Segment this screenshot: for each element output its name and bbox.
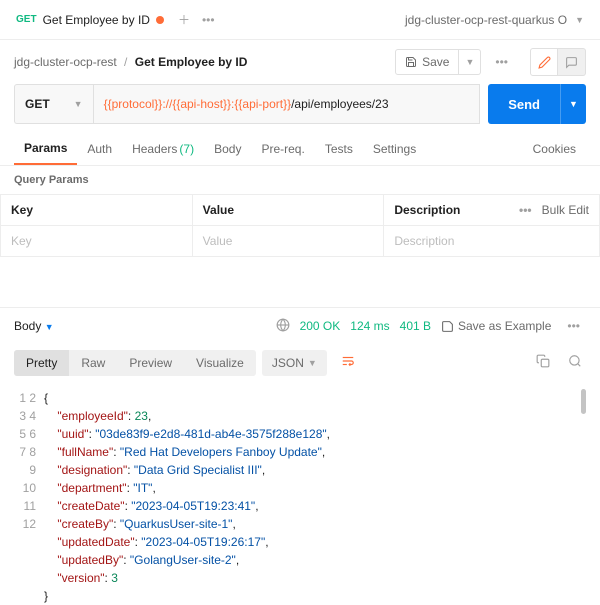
save-icon <box>441 320 454 333</box>
tab-prereq[interactable]: Pre-req. <box>251 132 314 165</box>
view-mode-tabs: Pretty Raw Preview Visualize <box>14 350 256 376</box>
cookies-link[interactable]: Cookies <box>523 132 586 165</box>
column-options-button[interactable]: ••• <box>519 203 532 217</box>
tab-overflow-button[interactable]: ••• <box>196 13 221 27</box>
key-input[interactable]: Key <box>1 226 193 257</box>
save-example-button[interactable]: Save as Example <box>441 319 551 333</box>
view-pretty[interactable]: Pretty <box>14 350 69 376</box>
header-row: jdg-cluster-ocp-rest / Get Employee by I… <box>0 40 600 84</box>
response-view-selector[interactable]: Body ▼ <box>14 319 54 333</box>
response-panel: Body ▼ 200 OK 124 ms 401 B Save as Examp… <box>0 307 600 605</box>
save-button-group: Save ▼ <box>395 49 481 75</box>
breadcrumb-current: Get Employee by ID <box>135 55 248 69</box>
tab-settings[interactable]: Settings <box>363 132 426 165</box>
tab-params[interactable]: Params <box>14 132 77 165</box>
send-button[interactable]: Send <box>488 84 560 124</box>
params-table: Key Value Description ••• Bulk Edit Key … <box>0 194 600 257</box>
chevron-down-icon: ▼ <box>308 358 317 368</box>
copy-icon <box>536 354 550 368</box>
format-selector[interactable]: JSON ▼ <box>262 350 327 376</box>
top-tab-bar: GET Get Employee by ID ＋ ••• jdg-cluster… <box>0 0 600 40</box>
url-variable: {{protocol}}://{{api-host}}:{{api-port}} <box>104 97 292 111</box>
network-icon[interactable] <box>276 318 290 335</box>
tab-auth[interactable]: Auth <box>77 132 122 165</box>
description-input[interactable]: Description <box>384 226 600 257</box>
table-input-row: Key Value Description <box>1 226 600 257</box>
status-code: 200 OK <box>300 319 341 333</box>
chevron-down-icon: ▼ <box>45 322 54 332</box>
bulk-edit-link[interactable]: Bulk Edit <box>542 203 589 217</box>
breadcrumb-parent[interactable]: jdg-cluster-ocp-rest <box>14 55 117 69</box>
new-tab-button[interactable]: ＋ <box>172 11 196 28</box>
value-header: Value <box>192 195 384 226</box>
response-header-row: Body ▼ 200 OK 124 ms 401 B Save as Examp… <box>0 308 600 344</box>
tab-body[interactable]: Body <box>204 132 251 165</box>
request-tab[interactable]: GET Get Employee by ID <box>8 0 172 39</box>
tab-headers[interactable]: Headers (7) <box>122 132 204 165</box>
save-button[interactable]: Save <box>395 49 459 75</box>
line-wrap-button[interactable] <box>333 348 363 377</box>
response-body-code[interactable]: 1 2 3 4 5 6 7 8 9 10 11 12 { "employeeId… <box>14 389 586 605</box>
response-view-row: Pretty Raw Preview Visualize JSON ▼ <box>0 344 600 381</box>
breadcrumb: jdg-cluster-ocp-rest / Get Employee by I… <box>14 55 247 69</box>
search-button[interactable] <box>568 354 582 371</box>
line-gutter: 1 2 3 4 5 6 7 8 9 10 11 12 <box>14 389 44 605</box>
chevron-down-icon: ▼ <box>575 15 584 25</box>
environment-name: jdg-cluster-ocp-rest-quarkus O <box>405 13 567 27</box>
value-input[interactable]: Value <box>192 226 384 257</box>
url-path: /api/employees/23 <box>291 97 388 111</box>
query-params-heading: Query Params <box>0 166 600 194</box>
chevron-down-icon: ▼ <box>74 99 83 109</box>
tab-tests[interactable]: Tests <box>315 132 363 165</box>
code-lines: { "employeeId": 23, "uuid": "03de83f9-e2… <box>44 389 586 605</box>
environment-selector[interactable]: jdg-cluster-ocp-rest-quarkus O ▼ <box>397 13 592 27</box>
pencil-icon <box>538 56 551 69</box>
view-preview[interactable]: Preview <box>117 350 184 376</box>
chevron-down-icon: ▼ <box>465 57 474 67</box>
view-raw[interactable]: Raw <box>69 350 117 376</box>
method-value: GET <box>25 97 50 111</box>
tab-method: GET <box>16 14 37 25</box>
more-actions-button[interactable]: ••• <box>489 55 514 69</box>
response-size: 401 B <box>400 319 431 333</box>
request-tabs: Params Auth Headers (7) Body Pre-req. Te… <box>0 132 600 166</box>
chevron-down-icon: ▼ <box>569 99 578 109</box>
send-dropdown-button[interactable]: ▼ <box>560 84 586 124</box>
view-visualize[interactable]: Visualize <box>184 350 256 376</box>
request-row: GET ▼ {{protocol}}://{{api-host}}:{{api-… <box>14 84 586 124</box>
wrap-icon <box>341 354 355 368</box>
table-header-row: Key Value Description ••• Bulk Edit <box>1 195 600 226</box>
unsaved-indicator-icon <box>156 16 164 24</box>
save-dropdown-button[interactable]: ▼ <box>459 49 481 75</box>
method-selector[interactable]: GET ▼ <box>14 84 93 124</box>
copy-button[interactable] <box>536 354 550 371</box>
scrollbar-indicator[interactable] <box>581 389 586 414</box>
save-icon <box>405 56 417 68</box>
comment-icon <box>565 56 578 69</box>
response-more-button[interactable]: ••• <box>561 319 586 333</box>
documentation-edit-button[interactable] <box>530 48 558 76</box>
description-header: Description ••• Bulk Edit <box>384 195 600 226</box>
response-time: 124 ms <box>350 319 389 333</box>
key-header: Key <box>1 195 193 226</box>
search-icon <box>568 354 582 368</box>
url-input[interactable]: {{protocol}}://{{api-host}}:{{api-port}}… <box>93 84 481 124</box>
globe-icon <box>276 318 290 332</box>
tab-title: Get Employee by ID <box>43 13 150 27</box>
comments-button[interactable] <box>558 48 586 76</box>
